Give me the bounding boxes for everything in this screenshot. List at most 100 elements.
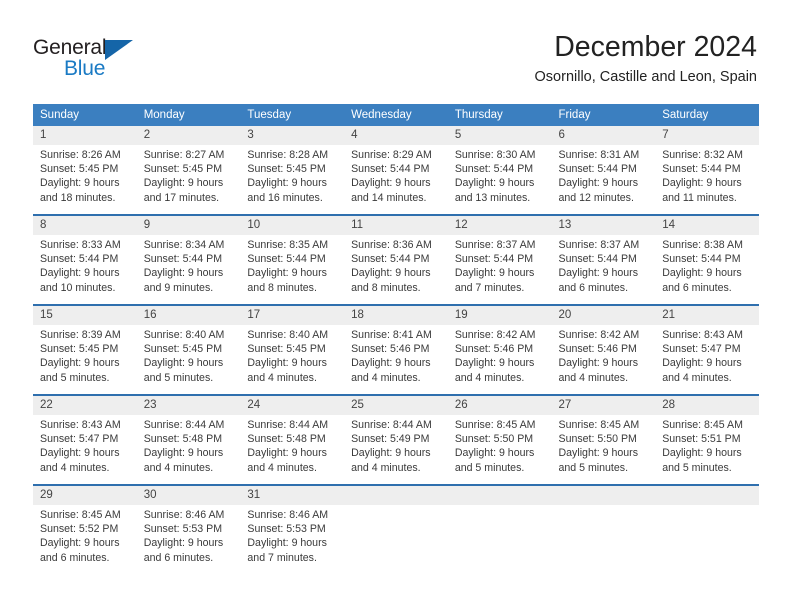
day-number: 17 — [240, 306, 345, 325]
daylight-text-line2: and 4 minutes. — [662, 371, 732, 384]
day-details: Sunrise: 8:31 AM Sunset: 5:44 PM Daylight:… — [552, 145, 656, 205]
day-number — [655, 486, 759, 505]
sunset-text: Sunset: 5:47 PM — [40, 433, 119, 446]
calendar-day-cell[interactable]: 2 Sunrise: 8:27 AM Sunset: 5:45 PM Daylight… — [136, 126, 241, 215]
day-details: Sunrise: 8:43 AM Sunset: 5:47 PM Daylight:… — [655, 325, 759, 385]
calendar-day-cell[interactable]: 30 Sunrise: 8:46 AM Sunset: 5:53 PM Dayligh… — [136, 484, 241, 574]
day-details: Sunrise: 8:46 AM Sunset: 5:53 PM Daylight:… — [240, 505, 344, 565]
sunrise-text: Sunrise: 8:33 AM — [40, 239, 121, 251]
daylight-text-line2: and 6 minutes. — [558, 281, 629, 294]
calendar-day-cell[interactable]: 18 Sunrise: 8:41 AM Sunset: 5:46 PM Dayligh… — [344, 304, 448, 395]
sunrise-text: Sunrise: 8:27 AM — [143, 149, 225, 161]
day-details: Sunrise: 8:37 AM Sunset: 5:44 PM Daylight:… — [552, 235, 656, 295]
calendar-day-cell[interactable]: 12 Sunrise: 8:37 AM Sunset: 5:44 PM Dayligh… — [447, 214, 552, 305]
sunset-text: Sunset: 5:48 PM — [247, 433, 326, 446]
sunrise-text: Sunrise: 8:44 AM — [143, 419, 225, 431]
daylight-text-line2: and 5 minutes. — [143, 371, 214, 384]
sunrise-text: Sunrise: 8:45 AM — [40, 509, 121, 521]
calendar-day-cell[interactable]: 4 Sunrise: 8:29 AM Sunset: 5:44 PM Daylight… — [344, 126, 448, 215]
calendar-day-cell[interactable]: 26 Sunrise: 8:45 AM Sunset: 5:50 PM Dayligh… — [447, 394, 552, 485]
calendar-day-cell[interactable]: 13 Sunrise: 8:37 AM Sunset: 5:44 PM Dayligh… — [551, 214, 656, 305]
calendar-day-cell[interactable]: 8 Sunrise: 8:33 AM Sunset: 5:44 PM Daylight… — [33, 214, 137, 305]
day-number: 29 — [33, 486, 137, 505]
calendar-day-cell[interactable]: 6 Sunrise: 8:31 AM Sunset: 5:44 PM Daylight… — [551, 126, 656, 215]
daylight-text-line2: and 4 minutes. — [247, 461, 317, 474]
daylight-text-line2: and 11 minutes. — [662, 191, 737, 204]
calendar-day-cell[interactable]: 11 Sunrise: 8:36 AM Sunset: 5:44 PM Dayligh… — [344, 214, 448, 305]
calendar-day-cell[interactable]: 19 Sunrise: 8:42 AM Sunset: 5:46 PM Dayligh… — [447, 304, 552, 395]
title-block: December 2024 Osornillo, Castille and Le… — [237, 30, 757, 86]
calendar-day-cell[interactable]: 15 Sunrise: 8:39 AM Sunset: 5:45 PM Dayligh… — [33, 304, 137, 395]
day-number — [447, 486, 552, 505]
sunset-text: Sunset: 5:44 PM — [247, 253, 326, 266]
daylight-text-line2: and 17 minutes. — [143, 191, 220, 204]
sunrise-text: Sunrise: 8:26 AM — [40, 149, 121, 161]
calendar-day-cell[interactable]: 16 Sunrise: 8:40 AM Sunset: 5:45 PM Dayligh… — [136, 304, 241, 395]
calendar-day-cell[interactable]: 9 Sunrise: 8:34 AM Sunset: 5:44 PM Daylight… — [136, 214, 241, 305]
daylight-text-line1: Daylight: 9 hours — [558, 447, 639, 460]
daylight-text-line1: Daylight: 9 hours — [454, 177, 535, 190]
sunrise-text: Sunrise: 8:46 AM — [143, 509, 225, 521]
calendar-day-cell[interactable]: 14 Sunrise: 8:38 AM Sunset: 5:44 PM Dayligh… — [655, 214, 759, 305]
sunrise-text: Sunrise: 8:34 AM — [143, 239, 225, 251]
calendar-day-cell[interactable]: 17 Sunrise: 8:40 AM Sunset: 5:45 PM Dayligh… — [240, 304, 345, 395]
daylight-text-line2: and 6 minutes. — [662, 281, 732, 294]
day-details: Sunrise: 8:41 AM Sunset: 5:46 PM Daylight:… — [344, 325, 448, 385]
sunrise-text: Sunrise: 8:45 AM — [454, 419, 536, 431]
day-number — [551, 486, 656, 505]
calendar-day-cell[interactable]: 5 Sunrise: 8:30 AM Sunset: 5:44 PM Daylight… — [447, 126, 552, 215]
calendar-day-cell[interactable]: 25 Sunrise: 8:44 AM Sunset: 5:49 PM Dayligh… — [344, 394, 448, 485]
day-number: 20 — [551, 306, 656, 325]
calendar-day-cell[interactable]: 28 Sunrise: 8:45 AM Sunset: 5:51 PM Dayligh… — [655, 394, 759, 485]
calendar-day-cell[interactable]: 23 Sunrise: 8:44 AM Sunset: 5:48 PM Dayligh… — [136, 394, 241, 485]
day-number: 26 — [447, 396, 552, 415]
sunrise-text: Sunrise: 8:40 AM — [247, 329, 329, 341]
calendar-body: 1 Sunrise: 8:26 AM Sunset: 5:45 PM Daylight… — [33, 126, 759, 574]
sunset-text: Sunset: 5:48 PM — [143, 433, 223, 446]
sunrise-text: Sunrise: 8:30 AM — [454, 149, 536, 161]
calendar-day-cell[interactable]: 10 Sunrise: 8:35 AM Sunset: 5:44 PM Dayligh… — [240, 214, 345, 305]
daylight-text-line2: and 4 minutes. — [247, 371, 317, 384]
page-header: General Blue December 2024 Osornillo, Ca… — [0, 0, 792, 104]
day-number: 22 — [33, 396, 137, 415]
daylight-text-line2: and 6 minutes. — [40, 551, 110, 564]
daylight-text-line1: Daylight: 9 hours — [247, 267, 327, 280]
day-number: 13 — [551, 216, 656, 235]
daylight-text-line1: Daylight: 9 hours — [143, 177, 224, 190]
calendar-empty-cell — [655, 484, 759, 574]
calendar-day-cell[interactable]: 21 Sunrise: 8:43 AM Sunset: 5:47 PM Dayligh… — [655, 304, 759, 395]
day-number: 2 — [136, 126, 241, 145]
sunset-text: Sunset: 5:46 PM — [351, 343, 430, 356]
daylight-text-line2: and 10 minutes. — [40, 281, 116, 294]
sunset-text: Sunset: 5:45 PM — [40, 343, 119, 356]
logo-triangle-icon — [105, 40, 133, 60]
location-subtitle: Osornillo, Castille and Leon, Spain — [534, 69, 757, 85]
calendar-day-cell[interactable]: 27 Sunrise: 8:45 AM Sunset: 5:50 PM Dayligh… — [551, 394, 656, 485]
sunset-text: Sunset: 5:51 PM — [662, 433, 741, 446]
calendar-day-cell[interactable]: 24 Sunrise: 8:44 AM Sunset: 5:48 PM Dayligh… — [240, 394, 345, 485]
day-number: 6 — [551, 126, 656, 145]
day-number: 19 — [447, 306, 552, 325]
daylight-text-line2: and 12 minutes. — [558, 191, 634, 204]
daylight-text-line1: Daylight: 9 hours — [247, 447, 327, 460]
daylight-text-line1: Daylight: 9 hours — [454, 447, 535, 460]
day-details: Sunrise: 8:45 AM Sunset: 5:51 PM Daylight:… — [655, 415, 759, 475]
calendar-day-cell[interactable]: 29 Sunrise: 8:45 AM Sunset: 5:52 PM Dayligh… — [33, 484, 137, 574]
calendar-day-cell[interactable]: 7 Sunrise: 8:32 AM Sunset: 5:44 PM Daylight… — [655, 126, 759, 215]
calendar-day-cell[interactable]: 20 Sunrise: 8:42 AM Sunset: 5:46 PM Dayligh… — [551, 304, 656, 395]
day-details: Sunrise: 8:42 AM Sunset: 5:46 PM Daylight:… — [448, 325, 552, 385]
daylight-text-line2: and 5 minutes. — [662, 461, 732, 474]
calendar-day-cell[interactable]: 31 Sunrise: 8:46 AM Sunset: 5:53 PM Dayligh… — [240, 484, 345, 574]
daylight-text-line1: Daylight: 9 hours — [143, 537, 224, 550]
sunrise-sunset-calendar-table: Sunday Monday Tuesday Wednesday Thursday… — [33, 104, 759, 574]
day-number: 21 — [655, 306, 759, 325]
day-number: 10 — [240, 216, 345, 235]
calendar-day-cell[interactable]: 22 Sunrise: 8:43 AM Sunset: 5:47 PM Dayligh… — [33, 394, 137, 485]
calendar-week-row: 15 Sunrise: 8:39 AM Sunset: 5:45 PM Dayligh… — [33, 304, 759, 395]
daylight-text-line2: and 7 minutes. — [247, 551, 317, 564]
calendar-day-cell[interactable]: 1 Sunrise: 8:26 AM Sunset: 5:45 PM Daylight… — [33, 126, 137, 215]
day-details: Sunrise: 8:44 AM Sunset: 5:49 PM Daylight:… — [344, 415, 448, 475]
day-details: Sunrise: 8:40 AM Sunset: 5:45 PM Daylight:… — [240, 325, 344, 385]
calendar-day-cell[interactable]: 3 Sunrise: 8:28 AM Sunset: 5:45 PM Daylight… — [240, 126, 345, 215]
daylight-text-line2: and 4 minutes. — [351, 461, 421, 474]
